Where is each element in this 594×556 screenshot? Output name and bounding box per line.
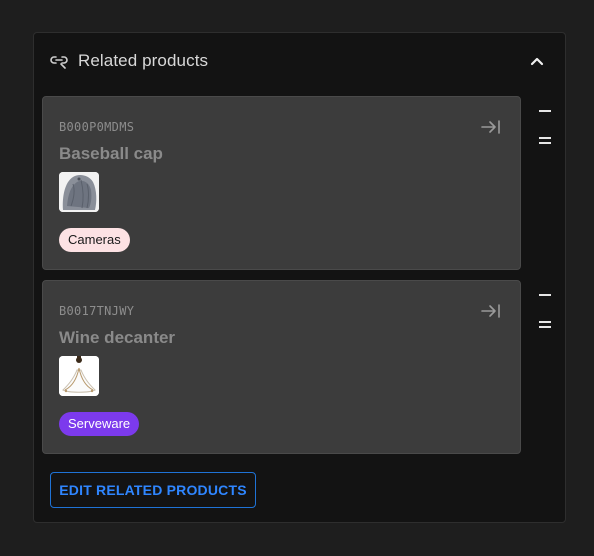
- product-card[interactable]: B0017TNJWY Wine decanter Serveware: [42, 280, 521, 454]
- open-in-icon[interactable]: [480, 119, 502, 135]
- drag-handle[interactable]: [536, 131, 554, 151]
- panel-header[interactable]: Related products: [34, 33, 565, 89]
- product-title: Wine decanter: [59, 328, 176, 347]
- open-in-icon[interactable]: [480, 303, 502, 319]
- wine-decanter-image: [59, 356, 99, 396]
- baseball-cap-image: [59, 172, 99, 212]
- product-sku: B000P0MDMS: [59, 120, 135, 134]
- drag-handle[interactable]: [536, 315, 554, 335]
- remove-button[interactable]: [536, 285, 554, 305]
- product-title: Baseball cap: [59, 144, 163, 163]
- chevron-up-icon[interactable]: [527, 51, 547, 71]
- panel-title: Related products: [78, 51, 209, 70]
- remove-button[interactable]: [536, 101, 554, 121]
- related-products-panel: Related products B000P0MDMS Baseball cap: [33, 32, 566, 523]
- link-icon: [50, 53, 68, 69]
- category-tag: Serveware: [59, 412, 140, 436]
- product-sku: B0017TNJWY: [59, 304, 135, 318]
- product-card[interactable]: B000P0MDMS Baseball cap Cameras: [42, 96, 521, 270]
- edit-related-products-button[interactable]: EDIT RELATED PRODUCTS: [50, 472, 256, 508]
- category-tag: Cameras: [59, 228, 130, 252]
